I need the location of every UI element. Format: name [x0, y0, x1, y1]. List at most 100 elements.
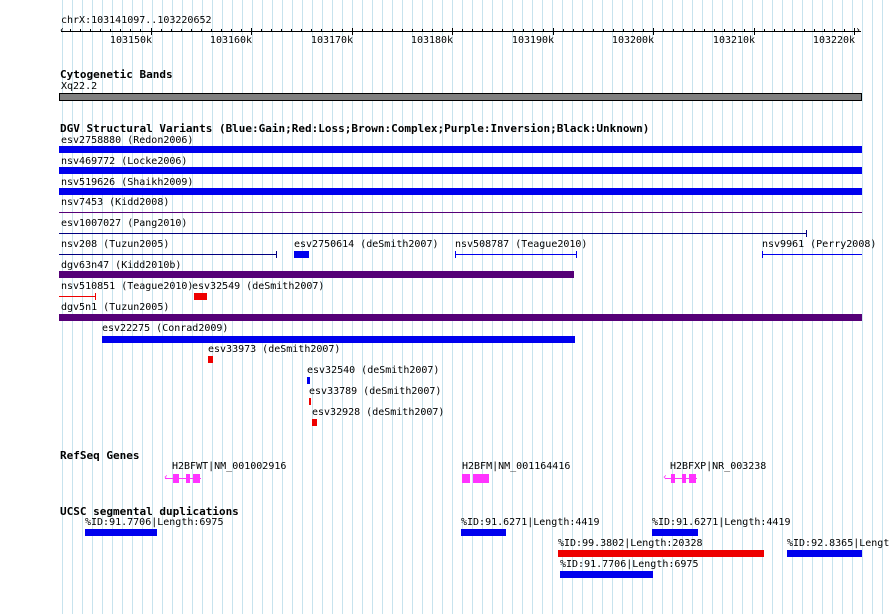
dgv-bar-nsv469772[interactable] [59, 167, 862, 174]
ruler-minor-tick [814, 29, 815, 32]
dgv-bar-esv2750614[interactable] [294, 251, 309, 258]
ruler-minor-tick [523, 29, 524, 32]
ruler-minor-tick [120, 29, 121, 32]
ruler-major-tick [452, 28, 453, 35]
ruler-minor-tick [633, 29, 634, 32]
gene-h2bfwt-exon [193, 474, 200, 483]
segdup-label[interactable]: %ID:99.3802|Length:20328 [558, 538, 703, 550]
gene-h2bfwt-exon [186, 474, 190, 483]
dgv-label-esv32928[interactable]: esv32928 (deSmith2007) [312, 407, 444, 419]
dgv-bar-esv33973[interactable] [208, 356, 213, 363]
dgv-label-esv2750614[interactable]: esv2750614 (deSmith2007) [294, 239, 439, 251]
segdup-label[interactable]: %ID:92.8365|Lengt [787, 538, 889, 550]
dgv-bar-esv32928[interactable] [312, 419, 317, 426]
ruler-right-arrow: › [855, 25, 862, 36]
ruler-minor-tick [583, 29, 584, 32]
ruler-minor-tick [100, 29, 101, 32]
dgv-bar-nsv508787[interactable] [455, 254, 576, 255]
dgv-bar-esv32540[interactable] [307, 377, 310, 384]
ruler-minor-tick [502, 29, 503, 32]
refseq-track-title[interactable]: RefSeq Genes [60, 449, 139, 462]
dgv-bar-esv22275[interactable] [102, 336, 575, 343]
dgv-label-nsv508787[interactable]: nsv508787 (Teague2010) [455, 239, 587, 251]
segdup-label[interactable]: %ID:91.6271|Length:4419 [461, 517, 599, 529]
segdup-bar[interactable] [787, 550, 862, 557]
ruler-tick-label: 103190k [511, 35, 555, 46]
dgv-label-esv33789[interactable]: esv33789 (deSmith2007) [309, 386, 441, 398]
cytoband-track-title[interactable]: Cytogenetic Bands [60, 68, 173, 81]
ruler-minor-tick [734, 29, 735, 32]
dgv-label-dgv5n1[interactable]: dgv5n1 (Tuzun2005) [61, 302, 169, 314]
ruler-minor-tick [744, 29, 745, 32]
ruler-minor-tick [683, 29, 684, 32]
ruler-minor-tick [90, 29, 91, 32]
ruler-major-tick [251, 28, 252, 35]
dgv-bar-nsv208[interactable] [59, 254, 276, 255]
ruler-major-tick [754, 28, 755, 35]
ruler-tick-label: 103170k [310, 35, 354, 46]
ruler-minor-tick [271, 29, 272, 32]
dgv-label-nsv7453[interactable]: nsv7453 (Kidd2008) [61, 197, 169, 209]
ruler-minor-tick [573, 29, 574, 32]
ruler-minor-tick [301, 29, 302, 32]
dgv-bar-nsv9961[interactable] [762, 254, 862, 255]
grid-line [882, 0, 883, 614]
ruler-minor-tick [261, 29, 262, 32]
dgv-label-esv22275[interactable]: esv22275 (Conrad2009) [102, 323, 228, 335]
ruler-minor-tick [704, 29, 705, 32]
dgv-label-esv1007027[interactable]: esv1007027 (Pang2010) [61, 218, 187, 230]
dgv-track-title[interactable]: DGV Structural Variants (Blue:Gain;Red:L… [60, 122, 649, 135]
dgv-bar-nsv510851[interactable] [59, 296, 96, 297]
ruler-minor-tick [241, 29, 242, 32]
gene-h2bfxp-exon [689, 474, 696, 483]
gene-h2bfwt-exon [173, 474, 179, 483]
dgv-bar-nsv7453[interactable] [59, 212, 862, 213]
segdup-label[interactable]: %ID:91.6271|Length:4419 [652, 517, 790, 529]
gene-label-h2bfwt[interactable]: H2BFWT|NM_001002916 [172, 461, 286, 473]
segdup-label[interactable]: %ID:91.7706|Length:6975 [560, 559, 698, 571]
segdup-bar[interactable] [560, 571, 653, 578]
dgv-bar-nsv9961-start [762, 251, 763, 258]
dgv-label-nsv510851[interactable]: nsv510851 (Teague2010) [61, 281, 193, 293]
ruler-minor-tick [211, 29, 212, 32]
dgv-bar-dgv63n47[interactable] [59, 271, 574, 278]
ruler-minor-tick [794, 29, 795, 32]
ruler-tick-label: 103160k [209, 35, 253, 46]
ruler-minor-tick [130, 29, 131, 32]
gene-h2bfxp-exon [671, 474, 675, 483]
ruler-minor-tick [402, 29, 403, 32]
segdup-bar[interactable] [558, 550, 764, 557]
dgv-label-esv32549[interactable]: esv32549 (deSmith2007) [192, 281, 324, 293]
segdup-bar[interactable] [461, 529, 506, 536]
ruler-minor-tick [291, 29, 292, 32]
ruler-minor-tick [784, 29, 785, 32]
gene-h2bfxp-strand-arrow-icon: ‹ [662, 472, 669, 483]
gene-label-h2bfm[interactable]: H2BFM|NM_001164416 [462, 461, 570, 473]
ruler-minor-tick [70, 29, 71, 32]
ruler-minor-tick [613, 29, 614, 32]
ruler-major-tick [653, 28, 654, 35]
gene-label-h2bfxp[interactable]: H2BFXP|NR_003238 [670, 461, 766, 473]
grid-line [862, 0, 863, 614]
dgv-bar-nsv519626[interactable] [59, 188, 862, 195]
ruler-minor-tick [482, 29, 483, 32]
segdup-bar[interactable] [652, 529, 698, 536]
dgv-bar-esv1007027[interactable] [59, 233, 807, 234]
cytoband-bar[interactable] [59, 93, 862, 101]
dgv-bar-esv32549[interactable] [194, 293, 207, 300]
ruler-minor-tick [191, 29, 192, 32]
dgv-label-esv32540[interactable]: esv32540 (deSmith2007) [307, 365, 439, 377]
dgv-label-esv33973[interactable]: esv33973 (deSmith2007) [208, 344, 340, 356]
dgv-bar-esv2758880[interactable] [59, 146, 862, 153]
dgv-bar-esv33789[interactable] [309, 398, 311, 405]
ruler-major-tick [151, 28, 152, 35]
segdup-label[interactable]: %ID:91.7706|Length:6975 [85, 517, 223, 529]
dgv-label-nsv208[interactable]: nsv208 (Tuzun2005) [61, 239, 169, 251]
segdup-bar[interactable] [85, 529, 157, 536]
ruler-minor-tick [694, 29, 695, 32]
ruler-minor-tick [603, 29, 604, 32]
ruler-major-tick [352, 28, 353, 35]
dgv-bar-dgv5n1[interactable] [59, 314, 862, 321]
dgv-label-nsv9961[interactable]: nsv9961 (Perry2008) [762, 239, 876, 251]
ruler-minor-tick [623, 29, 624, 32]
